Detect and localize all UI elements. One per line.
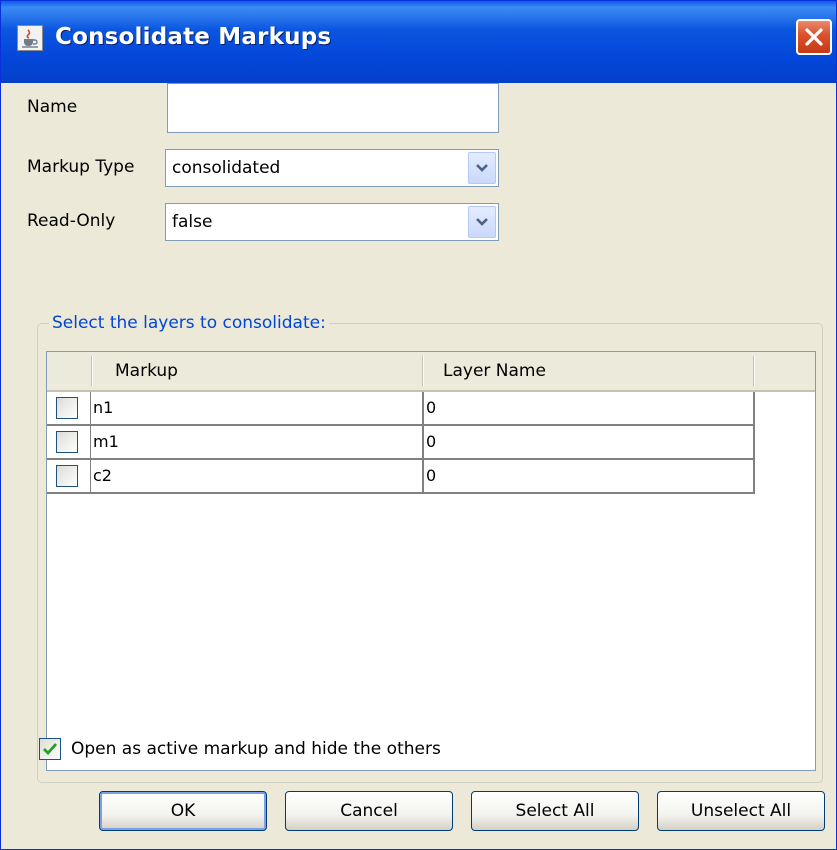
title-bar[interactable]: Consolidate Markups: [1, 1, 836, 83]
table-row[interactable]: m1 0: [47, 426, 755, 460]
row-checkbox[interactable]: [56, 397, 78, 419]
consolidate-markups-dialog: Consolidate Markups Name Markup Type con…: [0, 0, 837, 850]
close-button[interactable]: [796, 19, 832, 55]
table-row[interactable]: n1 0: [47, 392, 755, 426]
column-separator: [91, 356, 93, 386]
java-cup-icon: [17, 25, 43, 51]
read-only-label: Read-Only: [27, 211, 116, 231]
layer-name-cell[interactable]: 0: [424, 426, 755, 460]
row-checkbox-cell: [47, 460, 91, 494]
markup-cell[interactable]: m1: [91, 426, 424, 460]
read-only-select[interactable]: false: [165, 203, 499, 241]
row-checkbox[interactable]: [56, 431, 78, 453]
open-active-checkbox[interactable]: [39, 738, 61, 760]
ok-button[interactable]: OK: [99, 791, 267, 831]
layer-name-cell[interactable]: 0: [424, 392, 755, 426]
cancel-button[interactable]: Cancel: [285, 791, 453, 831]
markup-type-value: consolidated: [172, 158, 281, 178]
select-all-button[interactable]: Select All: [471, 791, 639, 831]
markup-type-dropdown-button[interactable]: [468, 152, 496, 184]
read-only-value: false: [172, 212, 213, 232]
column-separator: [422, 356, 424, 386]
dialog-content: Name Markup Type consolidated Read-Only …: [1, 83, 836, 849]
name-label: Name: [27, 97, 78, 117]
row-checkbox[interactable]: [56, 465, 78, 487]
column-separator: [753, 356, 755, 386]
unselect-all-button[interactable]: Unselect All: [657, 791, 825, 831]
close-icon: [805, 28, 823, 46]
table-row[interactable]: c2 0: [47, 460, 755, 494]
read-only-dropdown-button[interactable]: [468, 206, 496, 238]
column-header-markup[interactable]: Markup: [115, 352, 415, 390]
open-active-label[interactable]: Open as active markup and hide the other…: [71, 739, 441, 759]
layers-group-title: Select the layers to consolidate:: [49, 313, 329, 333]
name-input[interactable]: [167, 83, 499, 133]
markup-cell[interactable]: c2: [91, 460, 424, 494]
chevron-down-icon: [476, 164, 488, 172]
row-checkbox-cell: [47, 426, 91, 460]
markup-type-label: Markup Type: [27, 157, 135, 177]
table-header: Markup Layer Name: [47, 352, 815, 392]
chevron-down-icon: [476, 218, 488, 226]
column-header-layer-name[interactable]: Layer Name: [443, 352, 743, 390]
markup-cell[interactable]: n1: [91, 392, 424, 426]
row-checkbox-cell: [47, 392, 91, 426]
markup-type-select[interactable]: consolidated: [165, 149, 499, 187]
layer-name-cell[interactable]: 0: [424, 460, 755, 494]
checkmark-icon: [43, 743, 58, 756]
window-title: Consolidate Markups: [55, 24, 332, 50]
layers-table[interactable]: Markup Layer Name n1 0 m1 0 c2 0: [46, 351, 816, 771]
